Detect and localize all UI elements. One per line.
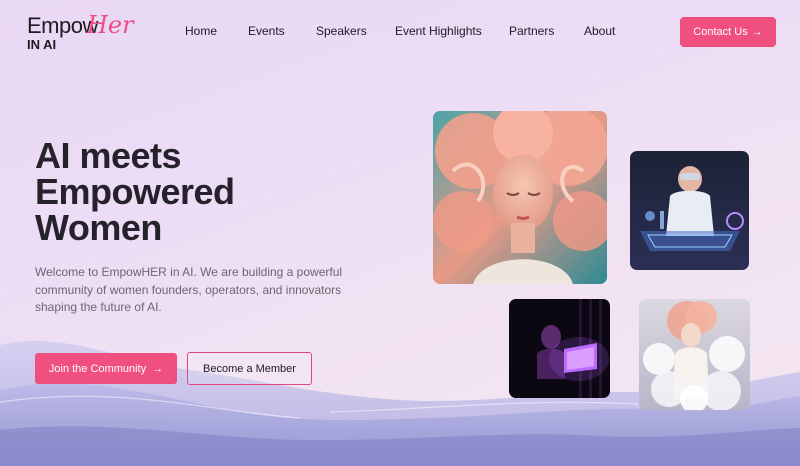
glowing-laptop-image xyxy=(509,299,610,398)
nav-item-partners[interactable]: Partners xyxy=(509,24,554,38)
arrow-right-icon: → xyxy=(751,26,763,38)
hero-title: AI meets Empowered Women xyxy=(35,138,295,246)
nav-item-about[interactable]: About xyxy=(584,24,615,38)
join-community-button[interactable]: Join the Community → xyxy=(35,353,177,384)
nav-item-home[interactable]: Home xyxy=(185,24,217,38)
become-member-label: Become a Member xyxy=(203,362,296,375)
nav-item-events[interactable]: Events xyxy=(248,24,285,38)
brand-name-sub: IN AI xyxy=(27,37,57,52)
nav-item-speakers[interactable]: Speakers xyxy=(316,24,367,38)
figure-in-clouds-image xyxy=(639,299,750,410)
nav-item-event-highlights[interactable]: Event Highlights xyxy=(395,24,482,38)
contact-us-label: Contact Us xyxy=(693,26,748,38)
woman-pink-hair-image xyxy=(433,111,607,284)
become-member-button[interactable]: Become a Member xyxy=(187,352,312,385)
contact-us-button[interactable]: Contact Us → xyxy=(680,17,776,47)
hero-description: Welcome to EmpowHER in AI. We are buildi… xyxy=(35,265,343,314)
hero-title-line: Empowered xyxy=(35,171,235,212)
scientist-vr-image xyxy=(630,151,749,270)
join-community-label: Join the Community xyxy=(48,362,147,375)
hero-title-line: Women xyxy=(35,207,162,248)
hero-title-line: AI meets xyxy=(35,135,182,176)
arrow-right-icon: → xyxy=(152,362,164,375)
